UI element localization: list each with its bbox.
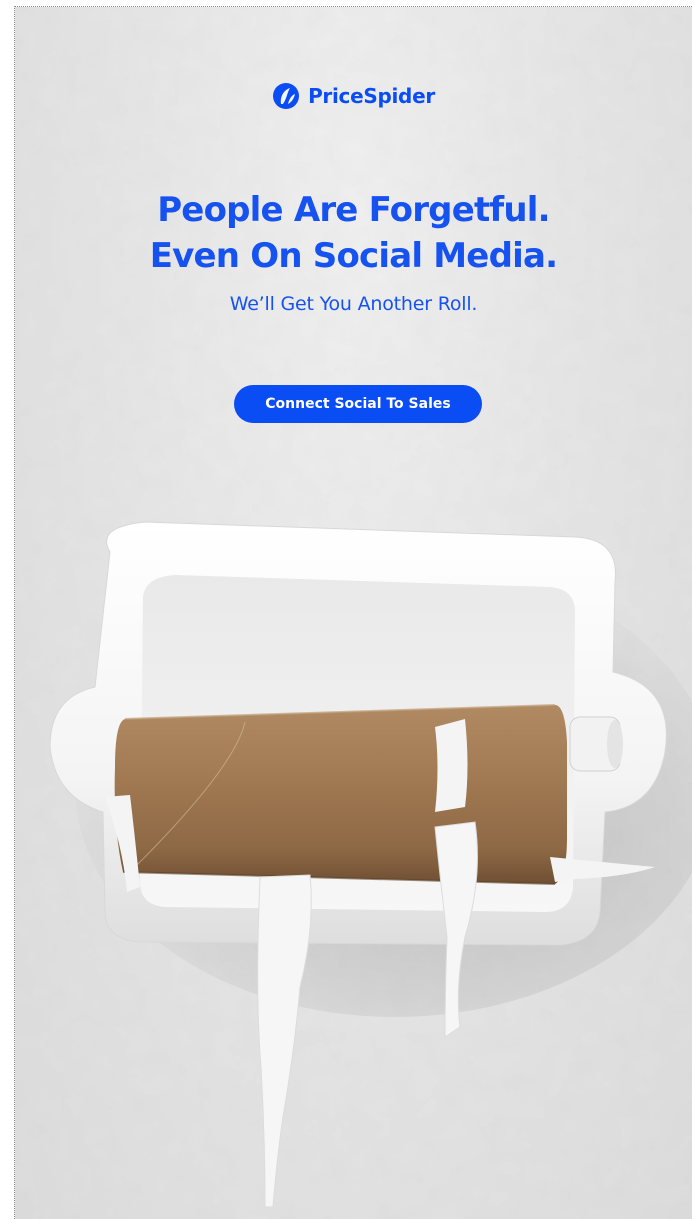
toilet-paper-holder-image [49, 521, 692, 1208]
headline: People Are Forgetful. Even On Social Med… [15, 187, 692, 279]
connect-social-to-sales-button[interactable]: Connect Social To Sales [234, 385, 482, 423]
brand-name: PriceSpider [308, 84, 435, 108]
hero-banner: PriceSpider People Are Forgetful. Even O… [15, 7, 692, 1219]
headline-line-2: Even On Social Media. [149, 236, 558, 276]
headline-line-1: People Are Forgetful. [157, 190, 550, 230]
subheadline: We’ll Get You Another Roll. [229, 293, 478, 315]
pricespider-mark-icon [273, 83, 300, 109]
pricespider-logo[interactable]: PriceSpider [15, 82, 692, 110]
email-frame: PriceSpider People Are Forgetful. Even O… [0, 0, 692, 1219]
